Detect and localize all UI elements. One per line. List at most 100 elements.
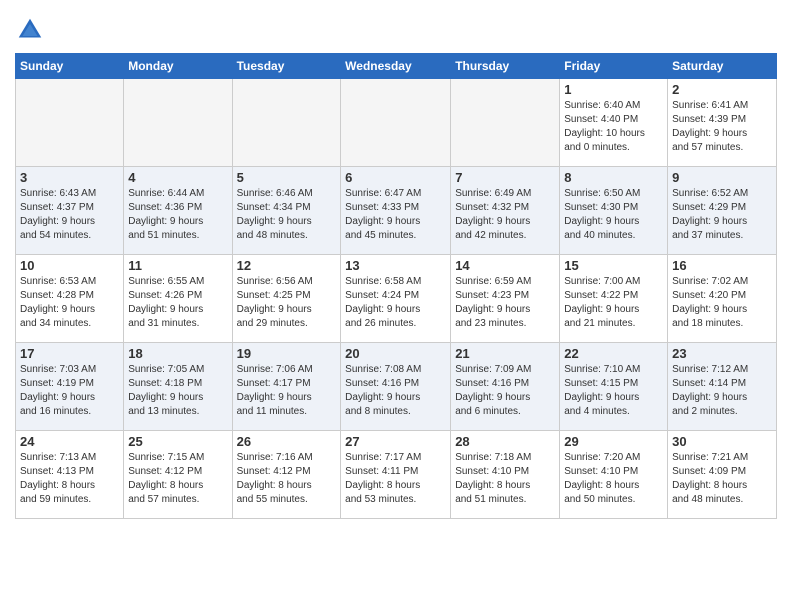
calendar-header-saturday: Saturday — [668, 54, 777, 79]
calendar-cell: 3 Sunrise: 6:43 AMSunset: 4:37 PMDaylight… — [16, 167, 124, 255]
calendar-week-2: 3 Sunrise: 6:43 AMSunset: 4:37 PMDaylight… — [16, 167, 777, 255]
day-info: Sunrise: 7:18 AMSunset: 4:10 PMDaylight:… — [455, 451, 555, 507]
day-number: 26 — [237, 434, 337, 449]
calendar-header-thursday: Thursday — [451, 54, 560, 79]
calendar-week-4: 17 Sunrise: 7:03 AMSunset: 4:19 PMDayligh… — [16, 343, 777, 431]
day-number: 14 — [455, 258, 555, 273]
day-info: Sunrise: 7:03 AMSunset: 4:19 PMDaylight:… — [20, 363, 119, 419]
calendar-week-3: 10 Sunrise: 6:53 AMSunset: 4:28 PMDayligh… — [16, 255, 777, 343]
day-info: Sunrise: 6:41 AMSunset: 4:39 PMDaylight:… — [672, 99, 772, 155]
day-info: Sunrise: 6:56 AMSunset: 4:25 PMDaylight:… — [237, 275, 337, 331]
calendar-cell — [451, 79, 560, 167]
calendar-header-tuesday: Tuesday — [232, 54, 341, 79]
calendar-cell — [232, 79, 341, 167]
day-info: Sunrise: 7:15 AMSunset: 4:12 PMDaylight:… — [128, 451, 227, 507]
calendar-cell: 24Sunrise: 7:13 AMSunset: 4:13 PMDayligh… — [16, 431, 124, 519]
day-number: 2 — [672, 82, 772, 97]
day-number: 28 — [455, 434, 555, 449]
day-info: Sunrise: 7:21 AMSunset: 4:09 PMDaylight:… — [672, 451, 772, 507]
calendar-cell: 17 Sunrise: 7:03 AMSunset: 4:19 PMDayligh… — [16, 343, 124, 431]
calendar-cell: 8 Sunrise: 6:50 AMSunset: 4:30 PMDaylight… — [560, 167, 668, 255]
day-info: Sunrise: 7:12 AMSunset: 4:14 PMDaylight:… — [672, 363, 772, 419]
day-info: Sunrise: 7:02 AMSunset: 4:20 PMDaylight:… — [672, 275, 772, 331]
day-number: 18 — [128, 346, 227, 361]
calendar-cell: 2 Sunrise: 6:41 AMSunset: 4:39 PMDaylight… — [668, 79, 777, 167]
day-number: 19 — [237, 346, 337, 361]
calendar-cell: 18 Sunrise: 7:05 AMSunset: 4:18 PMDayligh… — [124, 343, 232, 431]
day-number: 15 — [564, 258, 663, 273]
day-number: 3 — [20, 170, 119, 185]
calendar-cell: 11Sunrise: 6:55 AMSunset: 4:26 PMDayligh… — [124, 255, 232, 343]
day-info: Sunrise: 6:52 AMSunset: 4:29 PMDaylight:… — [672, 187, 772, 243]
day-info: Sunrise: 6:55 AMSunset: 4:26 PMDaylight:… — [128, 275, 227, 331]
calendar-table: SundayMondayTuesdayWednesdayThursdayFrid… — [15, 53, 777, 519]
day-info: Sunrise: 7:05 AMSunset: 4:18 PMDaylight:… — [128, 363, 227, 419]
calendar-cell: 27 Sunrise: 7:17 AMSunset: 4:11 PMDayligh… — [341, 431, 451, 519]
calendar-cell — [124, 79, 232, 167]
day-number: 20 — [345, 346, 446, 361]
header — [15, 10, 777, 45]
day-info: Sunrise: 6:58 AMSunset: 4:24 PMDaylight:… — [345, 275, 446, 331]
calendar-cell: 14 Sunrise: 6:59 AMSunset: 4:23 PMDayligh… — [451, 255, 560, 343]
day-info: Sunrise: 6:40 AMSunset: 4:40 PMDaylight:… — [564, 99, 663, 155]
day-info: Sunrise: 7:06 AMSunset: 4:17 PMDaylight:… — [237, 363, 337, 419]
logo-icon — [15, 15, 45, 45]
calendar-header-row: SundayMondayTuesdayWednesdayThursdayFrid… — [16, 54, 777, 79]
day-info: Sunrise: 7:20 AMSunset: 4:10 PMDaylight:… — [564, 451, 663, 507]
day-number: 21 — [455, 346, 555, 361]
calendar-cell: 26 Sunrise: 7:16 AMSunset: 4:12 PMDayligh… — [232, 431, 341, 519]
day-number: 5 — [237, 170, 337, 185]
calendar-cell — [341, 79, 451, 167]
calendar-cell: 23 Sunrise: 7:12 AMSunset: 4:14 PMDayligh… — [668, 343, 777, 431]
calendar-cell: 20 Sunrise: 7:08 AMSunset: 4:16 PMDayligh… — [341, 343, 451, 431]
day-info: Sunrise: 7:08 AMSunset: 4:16 PMDaylight:… — [345, 363, 446, 419]
day-info: Sunrise: 7:16 AMSunset: 4:12 PMDaylight:… — [237, 451, 337, 507]
day-number: 7 — [455, 170, 555, 185]
calendar-cell: 9Sunrise: 6:52 AMSunset: 4:29 PMDaylight… — [668, 167, 777, 255]
calendar-cell: 28 Sunrise: 7:18 AMSunset: 4:10 PMDayligh… — [451, 431, 560, 519]
page-container: SundayMondayTuesdayWednesdayThursdayFrid… — [0, 0, 792, 612]
day-number: 24 — [20, 434, 119, 449]
calendar-cell: 13 Sunrise: 6:58 AMSunset: 4:24 PMDayligh… — [341, 255, 451, 343]
day-number: 30 — [672, 434, 772, 449]
day-info: Sunrise: 6:50 AMSunset: 4:30 PMDaylight:… — [564, 187, 663, 243]
day-number: 29 — [564, 434, 663, 449]
day-info: Sunrise: 6:59 AMSunset: 4:23 PMDaylight:… — [455, 275, 555, 331]
day-info: Sunrise: 6:46 AMSunset: 4:34 PMDaylight:… — [237, 187, 337, 243]
day-info: Sunrise: 7:00 AMSunset: 4:22 PMDaylight:… — [564, 275, 663, 331]
day-number: 17 — [20, 346, 119, 361]
day-info: Sunrise: 6:47 AMSunset: 4:33 PMDaylight:… — [345, 187, 446, 243]
day-number: 4 — [128, 170, 227, 185]
day-number: 23 — [672, 346, 772, 361]
calendar-cell: 22Sunrise: 7:10 AMSunset: 4:15 PMDayligh… — [560, 343, 668, 431]
calendar-cell: 30 Sunrise: 7:21 AMSunset: 4:09 PMDayligh… — [668, 431, 777, 519]
day-info: Sunrise: 7:17 AMSunset: 4:11 PMDaylight:… — [345, 451, 446, 507]
day-info: Sunrise: 7:09 AMSunset: 4:16 PMDaylight:… — [455, 363, 555, 419]
day-number: 6 — [345, 170, 446, 185]
calendar-cell — [16, 79, 124, 167]
calendar-cell: 15 Sunrise: 7:00 AMSunset: 4:22 PMDayligh… — [560, 255, 668, 343]
day-info: Sunrise: 7:10 AMSunset: 4:15 PMDaylight:… — [564, 363, 663, 419]
calendar-cell: 5 Sunrise: 6:46 AMSunset: 4:34 PMDaylight… — [232, 167, 341, 255]
day-number: 10 — [20, 258, 119, 273]
calendar-cell: 12 Sunrise: 6:56 AMSunset: 4:25 PMDayligh… — [232, 255, 341, 343]
day-number: 25 — [128, 434, 227, 449]
day-number: 27 — [345, 434, 446, 449]
day-info: Sunrise: 6:53 AMSunset: 4:28 PMDaylight:… — [20, 275, 119, 331]
calendar-header-wednesday: Wednesday — [341, 54, 451, 79]
calendar-cell: 16Sunrise: 7:02 AMSunset: 4:20 PMDayligh… — [668, 255, 777, 343]
logo — [15, 15, 49, 45]
calendar-cell: 19 Sunrise: 7:06 AMSunset: 4:17 PMDayligh… — [232, 343, 341, 431]
calendar-cell: 4Sunrise: 6:44 AMSunset: 4:36 PMDaylight… — [124, 167, 232, 255]
calendar-cell: 29 Sunrise: 7:20 AMSunset: 4:10 PMDayligh… — [560, 431, 668, 519]
calendar-header-sunday: Sunday — [16, 54, 124, 79]
day-number: 8 — [564, 170, 663, 185]
calendar-week-1: 1 Sunrise: 6:40 AMSunset: 4:40 PMDaylight… — [16, 79, 777, 167]
calendar-cell: 1 Sunrise: 6:40 AMSunset: 4:40 PMDaylight… — [560, 79, 668, 167]
calendar-week-5: 24Sunrise: 7:13 AMSunset: 4:13 PMDayligh… — [16, 431, 777, 519]
calendar-cell: 25 Sunrise: 7:15 AMSunset: 4:12 PMDayligh… — [124, 431, 232, 519]
day-info: Sunrise: 6:43 AMSunset: 4:37 PMDaylight:… — [20, 187, 119, 243]
day-number: 13 — [345, 258, 446, 273]
day-number: 12 — [237, 258, 337, 273]
day-number: 1 — [564, 82, 663, 97]
